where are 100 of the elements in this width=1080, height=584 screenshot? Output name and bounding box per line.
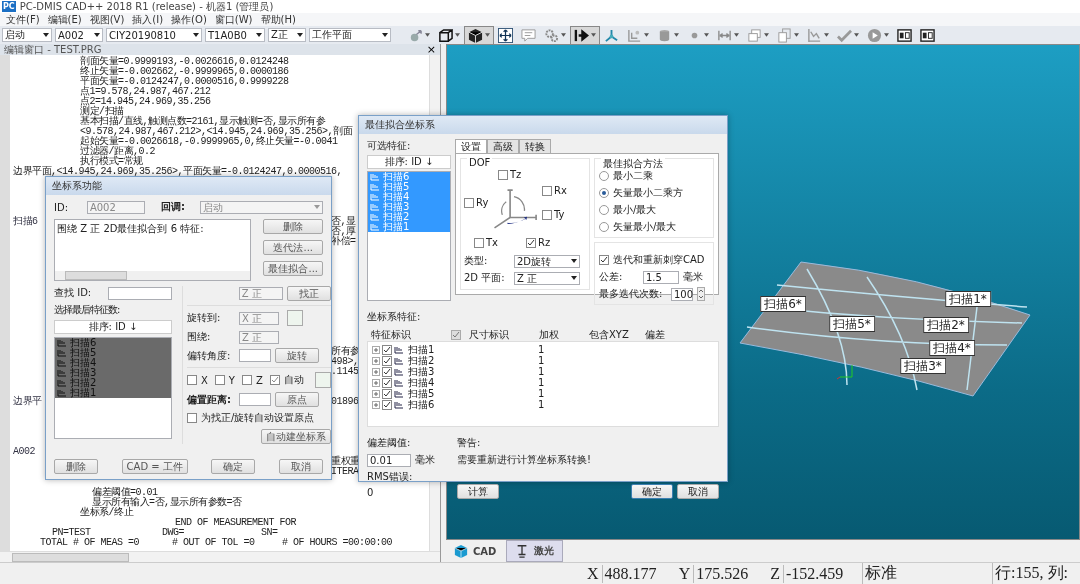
caret-icon[interactable] [794, 33, 799, 37]
scan-label[interactable]: 扫描4* [929, 340, 975, 356]
horizontal-scrollbar[interactable] [0, 551, 440, 562]
offset-field[interactable] [239, 393, 271, 406]
dialog-button[interactable]: 取消 [677, 484, 719, 499]
threshold-field[interactable]: 0.01 [367, 453, 411, 467]
checkbox[interactable] [464, 197, 474, 208]
spinner-icon[interactable] [697, 287, 705, 301]
feature-list-item[interactable]: 扫描1 [55, 388, 171, 398]
checkbox[interactable] [241, 375, 252, 385]
view-tab[interactable]: 激光 [506, 540, 564, 562]
scan-label[interactable]: 扫描5* [829, 316, 875, 332]
summary-box[interactable]: 围绕 Z 正 2D最佳拟合到 6 特征: [54, 219, 252, 281]
rotate-button[interactable]: 旋转 [275, 348, 319, 363]
checkbox[interactable] [474, 237, 484, 248]
caret-icon[interactable] [561, 33, 566, 37]
plane-dropdown[interactable]: Z 正 [514, 271, 580, 285]
menu-item[interactable]: 操作(O) [171, 12, 207, 27]
horizontal-scrollbar[interactable] [55, 271, 251, 280]
expand-icon[interactable] [372, 367, 380, 376]
tab[interactable]: 转换 [519, 139, 551, 153]
sort-header[interactable]: 排序: ID ↓ [54, 320, 172, 334]
menu-item[interactable]: 文件(F) [6, 12, 40, 27]
expand-icon[interactable] [372, 378, 380, 387]
angle-field[interactable] [239, 349, 271, 362]
tab[interactable]: 设置 [455, 139, 487, 153]
wireframe-cube-icon[interactable] [438, 27, 453, 43]
checkbox[interactable] [382, 355, 392, 366]
caret-icon[interactable] [734, 33, 739, 37]
dialog-button[interactable]: 确定 [211, 459, 256, 474]
caret-icon[interactable] [674, 33, 679, 37]
origin-button[interactable]: 原点 [275, 392, 319, 407]
step-arrow-icon[interactable] [574, 27, 589, 43]
scan-label[interactable]: 扫描1* [945, 291, 991, 307]
iterations-field[interactable]: 100 [671, 287, 693, 301]
caret-icon[interactable] [884, 33, 889, 37]
dialog-button[interactable]: 删除 [54, 459, 98, 474]
caret-icon[interactable] [854, 33, 859, 37]
checkbox[interactable] [187, 413, 197, 423]
sort-header[interactable]: 排序: ID ↓ [367, 155, 451, 169]
auto-align-button[interactable]: 自动建坐标系 [260, 429, 331, 444]
expand-icon[interactable] [372, 345, 380, 354]
play-icon[interactable] [867, 27, 882, 43]
checkbox[interactable] [599, 255, 609, 265]
toolbar-dropdown[interactable]: A002 [55, 28, 103, 42]
toolbar-dropdown[interactable]: Z正 [268, 28, 306, 42]
caret-icon[interactable] [425, 33, 430, 37]
checkbox[interactable] [382, 399, 392, 410]
gears-icon[interactable] [544, 27, 559, 43]
expand-icon[interactable] [372, 356, 380, 365]
toolbar-dropdown[interactable]: CIY20190810 [106, 28, 202, 42]
caret-icon[interactable] [704, 33, 709, 37]
caret-icon[interactable] [455, 33, 460, 37]
dialog-button[interactable]: 确定 [631, 484, 673, 499]
probe-icon[interactable] [408, 27, 423, 43]
type-dropdown[interactable]: 2D旋转 [514, 254, 580, 268]
expand-icon[interactable] [372, 389, 380, 398]
dialog-button[interactable]: 取消 [279, 459, 323, 474]
radio-button[interactable] [599, 205, 609, 215]
scan-label[interactable]: 扫描2* [923, 317, 969, 333]
dialog-button[interactable]: 迭代法... [263, 240, 323, 255]
caret-icon[interactable] [591, 33, 596, 37]
checkbox[interactable] [382, 366, 392, 377]
dialog-button[interactable]: 删除 [263, 219, 323, 234]
menu-item[interactable]: 视图(V) [89, 12, 125, 27]
checkbox[interactable] [382, 388, 392, 399]
header-checkbox[interactable] [451, 330, 461, 340]
checkbox[interactable] [187, 375, 197, 385]
checkbox[interactable] [542, 209, 552, 220]
menu-item[interactable]: 插入(I) [132, 12, 164, 27]
toolbar-dropdown[interactable]: T1A0B0 [205, 28, 265, 42]
tolerance-field[interactable]: 1.5 [643, 270, 679, 284]
checkbox[interactable] [498, 169, 508, 180]
scan-label[interactable]: 扫描3* [900, 358, 946, 374]
menu-item[interactable]: 帮助(H) [260, 12, 296, 27]
radio-button[interactable] [599, 171, 609, 181]
caret-icon[interactable] [764, 33, 769, 37]
caret-icon[interactable] [824, 33, 829, 37]
checkbox[interactable] [526, 237, 536, 248]
menu-item[interactable]: 编辑(E) [47, 12, 82, 27]
feature-list-item[interactable]: 扫描5 [55, 348, 171, 358]
checkbox[interactable] [382, 377, 392, 388]
expand-icon[interactable] [372, 400, 380, 409]
feature-list-item[interactable]: 扫描2 [55, 378, 171, 388]
checkbox[interactable] [214, 375, 225, 385]
menu-item[interactable]: 窗口(W) [214, 12, 253, 27]
callback-dropdown[interactable]: 启动 [199, 200, 323, 214]
radio-button[interactable] [599, 188, 609, 198]
toolbar-dropdown[interactable]: 启动 [2, 28, 52, 42]
scan-label[interactable]: 扫描6* [760, 296, 806, 312]
caret-icon[interactable] [644, 33, 649, 37]
close-button[interactable]: × [426, 44, 436, 55]
cube-icon[interactable] [468, 27, 483, 43]
tab[interactable]: 高级 [487, 139, 519, 153]
apply-icon-button[interactable] [287, 310, 303, 326]
caret-icon[interactable] [485, 33, 490, 37]
find-id-field[interactable] [108, 286, 172, 300]
check-icon[interactable] [837, 27, 852, 43]
dialog-button[interactable]: CAD = 工件 [121, 459, 188, 474]
checkbox[interactable] [269, 375, 280, 385]
